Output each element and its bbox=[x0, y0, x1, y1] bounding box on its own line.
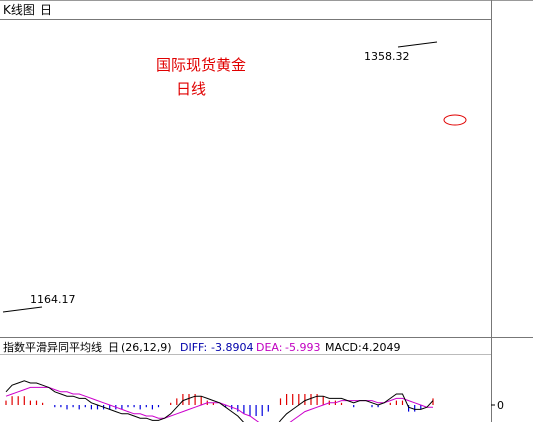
chart-period[interactable]: 日 bbox=[40, 3, 52, 17]
annotation-title-line2: 日线 bbox=[176, 80, 206, 98]
macd-value: 4.2049 bbox=[362, 341, 401, 354]
annotation-title-line1: 国际现货黄金 bbox=[156, 56, 246, 74]
macd-label: MACD: bbox=[325, 341, 362, 354]
chart-window: K线图 日 国际现货黄金 日线 116011801200122012401260… bbox=[0, 0, 533, 422]
diff-value: -3.8904 bbox=[211, 341, 253, 354]
background bbox=[0, 0, 533, 422]
chart-title: K线图 bbox=[3, 3, 35, 17]
macd-name: 指数平滑异同平均线 bbox=[3, 340, 102, 354]
dea-value: -5.993 bbox=[285, 341, 320, 354]
dea-label: DEA: bbox=[256, 341, 282, 354]
high-marker-label: 1358.32 bbox=[364, 50, 410, 63]
macd-params: (26,12,9) bbox=[121, 341, 172, 354]
diff-label: DIFF: bbox=[180, 341, 207, 354]
low-marker-label: 1164.17 bbox=[30, 293, 76, 306]
macd-period[interactable]: 日 bbox=[108, 341, 119, 354]
macd-zero-tick-label: 0 bbox=[497, 399, 504, 412]
chart-canvas: K线图 日 国际现货黄金 日线 116011801200122012401260… bbox=[0, 0, 533, 422]
